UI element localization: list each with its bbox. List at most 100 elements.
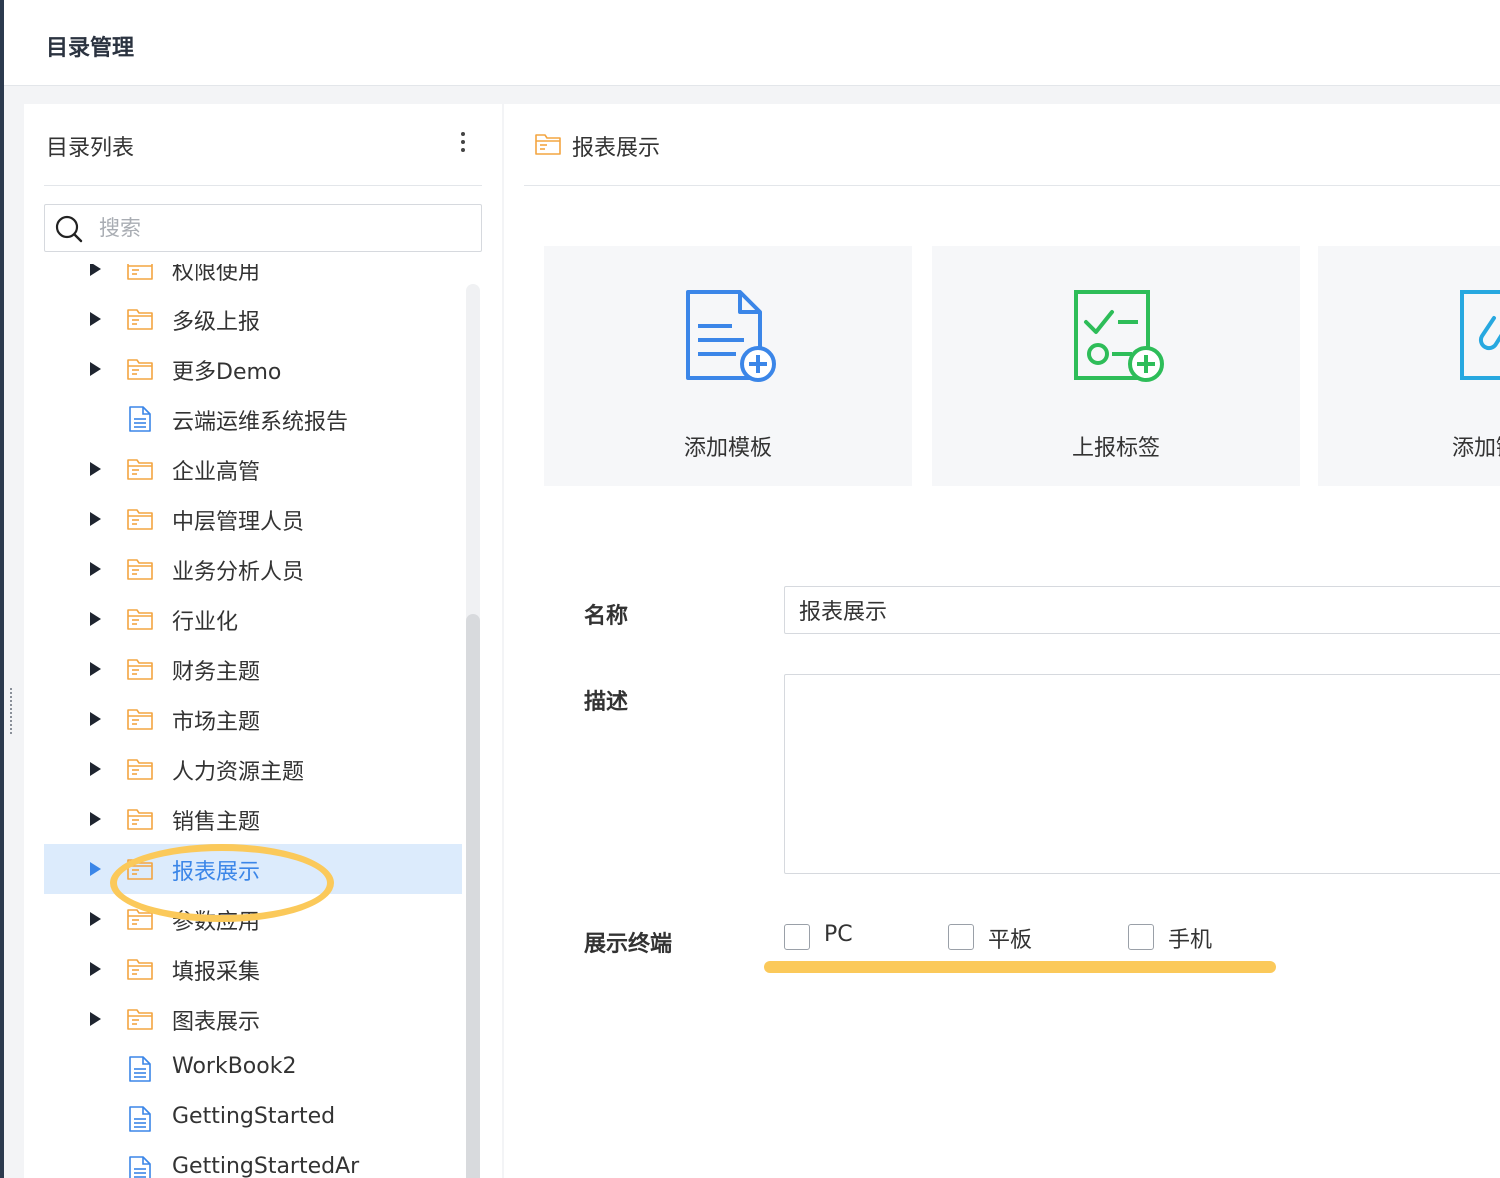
add-link-card[interactable]: 添加链接 — [1318, 246, 1500, 486]
tree-item[interactable]: 参数应用 — [44, 894, 462, 944]
terminal-option-mobile[interactable]: 手机 — [1128, 922, 1248, 954]
expand-arrow-icon[interactable] — [90, 912, 101, 926]
tree-item-label: 业务分析人员 — [172, 560, 305, 585]
tree-item[interactable]: WorkBook2 — [44, 1044, 462, 1094]
tree-item[interactable]: GettingStartedAr — [44, 1144, 462, 1178]
folder-icon — [127, 659, 153, 680]
expand-arrow-icon[interactable] — [90, 462, 101, 476]
expand-arrow-icon[interactable] — [90, 512, 101, 526]
expand-arrow-icon[interactable] — [90, 812, 101, 826]
expand-arrow-icon[interactable] — [90, 362, 101, 376]
tree-item[interactable]: 企业高管 — [44, 444, 462, 494]
add-template-card[interactable]: 添加模板 — [544, 246, 912, 486]
card-label: 添加链接 — [1452, 436, 1500, 461]
expand-arrow-icon[interactable] — [90, 264, 101, 276]
catalog-detail-panel: 报表展示 添加模板 上报标签 添加 名称 报表展示 描述 展示终端 PC 平板 … — [504, 104, 1500, 1178]
folder-icon — [127, 709, 153, 730]
report-tag-card[interactable]: 上报标签 — [932, 246, 1300, 486]
tree-item-label: 市场主题 — [172, 710, 261, 735]
tree-item[interactable]: 多级上报 — [44, 294, 462, 344]
detail-header: 报表展示 — [524, 104, 1500, 186]
tree-item[interactable]: GettingStarted — [44, 1094, 462, 1144]
more-vertical-icon[interactable] — [460, 132, 466, 156]
search-box — [44, 204, 482, 252]
folder-icon — [127, 609, 153, 630]
mobile-checkbox-label: 手机 — [1168, 928, 1213, 953]
expand-arrow-icon[interactable] — [90, 562, 101, 576]
tree-item[interactable]: 人力资源主题 — [44, 744, 462, 794]
card-label: 添加模板 — [683, 436, 772, 461]
document-icon — [129, 1106, 151, 1132]
expand-arrow-icon[interactable] — [90, 662, 101, 676]
tree-item-label: 云端运维系统报告 — [172, 410, 349, 435]
detail-title: 报表展示 — [572, 136, 661, 161]
catalog-list-panel: 目录列表 权限使用多级上报更多Demo 云端运维系统报告企业高管中层管理人员业务分… — [24, 104, 502, 1178]
tree-item[interactable]: 中层管理人员 — [44, 494, 462, 544]
tree-item-label: GettingStartedAr — [172, 1154, 360, 1178]
expand-arrow-icon[interactable] — [90, 712, 101, 726]
report-tag-icon — [1074, 290, 1164, 382]
terminal-label: 展示终端 — [584, 932, 673, 957]
folder-icon — [127, 809, 153, 830]
tree-item[interactable]: 图表展示 — [44, 994, 462, 1044]
expand-arrow-icon[interactable] — [90, 612, 101, 626]
description-textarea[interactable] — [784, 674, 1500, 874]
terminal-option-tablet[interactable]: 平板 — [948, 922, 1068, 954]
tree-item[interactable]: 云端运维系统报告 — [44, 394, 462, 444]
tree-item[interactable]: 报表展示 — [44, 844, 462, 894]
left-resize-handle[interactable] — [10, 688, 16, 734]
tree-item[interactable]: 业务分析人员 — [44, 544, 462, 594]
document-icon — [129, 1056, 151, 1082]
expand-arrow-icon[interactable] — [90, 762, 101, 776]
tree-item-label: 图表展示 — [172, 1010, 261, 1035]
document-icon — [129, 1156, 151, 1178]
pc-checkbox[interactable] — [784, 924, 810, 950]
name-input[interactable] — [784, 586, 1500, 634]
expand-arrow-icon[interactable] — [90, 962, 101, 976]
tree-scrollbar[interactable] — [462, 284, 482, 1178]
tree-item[interactable]: 销售主题 — [44, 794, 462, 844]
catalog-list-header: 目录列表 — [44, 104, 482, 186]
scrollbar-thumb[interactable] — [466, 614, 480, 1178]
tree-item-label: WorkBook2 — [172, 1054, 297, 1079]
tree-item-label: 中层管理人员 — [172, 510, 305, 535]
folder-icon — [535, 134, 561, 155]
expand-arrow-icon[interactable] — [90, 862, 101, 876]
tree-item-label: 财务主题 — [172, 660, 261, 685]
tree-item-label: 报表展示 — [172, 860, 261, 885]
page-title: 目录管理 — [46, 36, 135, 61]
mobile-checkbox[interactable] — [1128, 924, 1154, 950]
card-label: 上报标签 — [1071, 436, 1160, 461]
tree-item-label: 行业化 — [172, 610, 239, 635]
tree-item-label: 填报采集 — [172, 960, 261, 985]
search-input[interactable] — [99, 211, 459, 245]
folder-icon — [127, 759, 153, 780]
tree-item[interactable]: 权限使用 — [44, 264, 462, 294]
tree-item[interactable]: 行业化 — [44, 594, 462, 644]
folder-icon — [127, 359, 153, 380]
document-icon — [129, 406, 151, 432]
folder-icon — [127, 959, 153, 980]
folder-icon — [127, 459, 153, 480]
terminal-option-pc[interactable]: PC — [784, 922, 904, 954]
tree-item-label: 企业高管 — [172, 460, 261, 485]
catalog-list-title: 目录列表 — [46, 136, 135, 161]
tree-item[interactable]: 更多Demo — [44, 344, 462, 394]
tree-item[interactable]: 市场主题 — [44, 694, 462, 744]
catalog-tree: 权限使用多级上报 更多Demo 云端运维系统报告 企业高管中层管理人员 业务分析人员 行业… — [44, 264, 462, 1178]
tree-item[interactable]: 填报采集 — [44, 944, 462, 994]
tree-item[interactable]: 财务主题 — [44, 644, 462, 694]
expand-arrow-icon[interactable] — [90, 312, 101, 326]
add-link-icon — [1460, 290, 1500, 380]
tree-item-label: 权限使用 — [172, 264, 261, 285]
folder-icon — [127, 309, 153, 330]
expand-arrow-icon[interactable] — [90, 1012, 101, 1026]
folder-icon — [127, 1009, 153, 1030]
folder-icon — [127, 559, 153, 580]
folder-icon — [127, 264, 153, 280]
folder-icon — [127, 909, 153, 930]
name-label: 名称 — [584, 604, 629, 629]
tree-item-label: GettingStarted — [172, 1104, 336, 1129]
tablet-checkbox[interactable] — [948, 924, 974, 950]
tablet-checkbox-label: 平板 — [988, 928, 1033, 953]
